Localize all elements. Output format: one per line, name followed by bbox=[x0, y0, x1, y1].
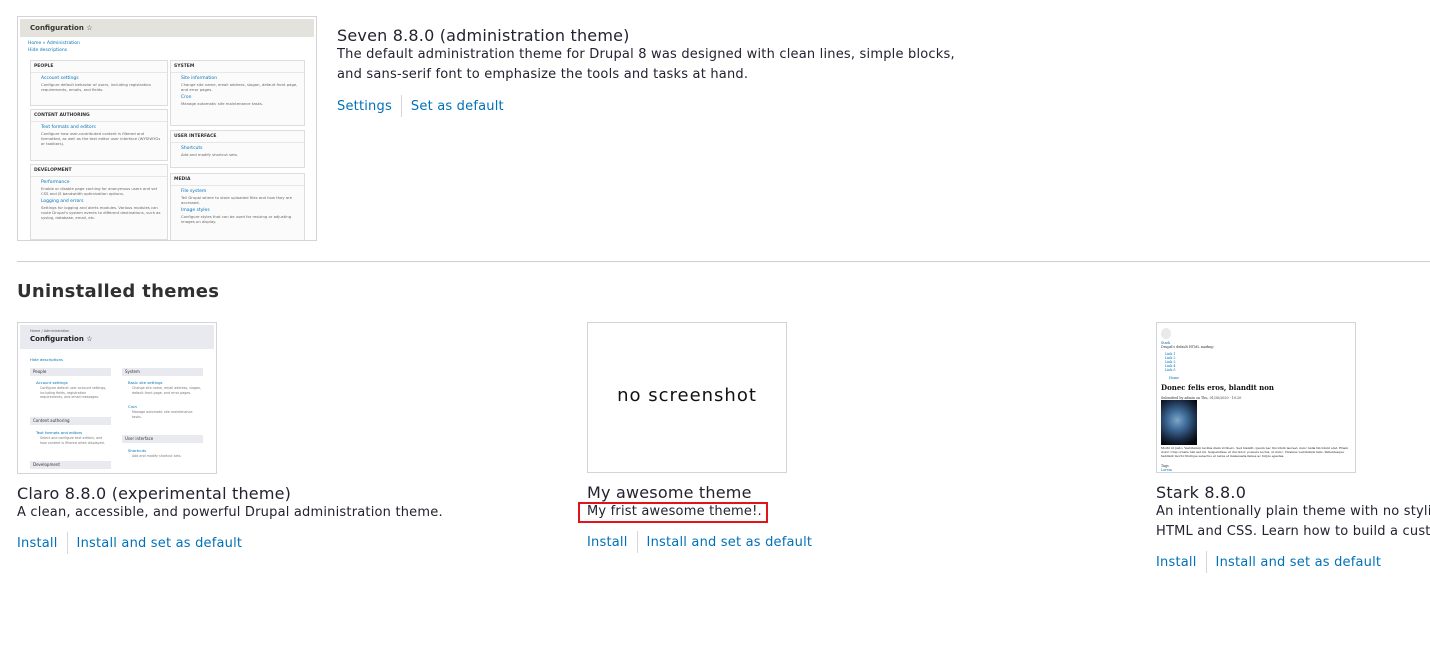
panel-heading: USER INTERFACE bbox=[171, 131, 304, 143]
preview-formats-text: Select and configure text editors, and h… bbox=[40, 436, 105, 445]
preview-content: Content authoring bbox=[30, 417, 111, 425]
preview-shortcuts-text: Add and modify shortcut sets. bbox=[132, 454, 182, 458]
panel-heading: SYSTEM bbox=[171, 61, 304, 73]
panel-link: Shortcuts bbox=[181, 146, 203, 151]
link-separator bbox=[66, 532, 68, 554]
link-separator bbox=[1205, 551, 1207, 573]
preview-title: Configuration ☆ bbox=[20, 19, 314, 37]
preview-title: Configuration ☆ bbox=[30, 335, 93, 343]
panel-text: Settings for logging and alerts modules.… bbox=[41, 205, 161, 220]
preview-breadcrumb: Home / Administration bbox=[30, 329, 70, 333]
preview-site-link: Basic site settings bbox=[128, 380, 163, 385]
panel-heading: PEOPLE bbox=[31, 61, 167, 73]
theme-links-seven: Settings Set as default bbox=[337, 95, 504, 117]
preview-nav-5: Link 5 bbox=[1165, 368, 1176, 372]
stark-description-clip: An intentionally plain theme with no sty… bbox=[1156, 502, 1430, 544]
theme-description-stark: An intentionally plain theme with no sty… bbox=[1156, 504, 1430, 539]
panel-link: Logging and errors bbox=[41, 199, 84, 204]
panel-text: Add and modify shortcut sets. bbox=[181, 152, 239, 157]
preview-development: Development bbox=[30, 461, 111, 469]
drupal-logo-icon bbox=[1161, 328, 1171, 339]
preview-heading: Donec felis eros, blandit non bbox=[1161, 383, 1275, 392]
preview-cron-link: Cron bbox=[128, 404, 137, 409]
install-and-set-default-link[interactable]: Install and set as default bbox=[77, 536, 243, 551]
link-separator bbox=[636, 531, 638, 553]
theme-description-claro: A clean, accessible, and powerful Drupal… bbox=[17, 505, 443, 520]
theme-name-stark: Stark 8.8.0 bbox=[1156, 483, 1247, 502]
panel-link: Site information bbox=[181, 76, 218, 81]
theme-links-stark: Install Install and set as default bbox=[1156, 551, 1381, 573]
panel-text: Tell Drupal where to store uploaded file… bbox=[181, 195, 292, 205]
panel-text: Enable or disable page caching for anony… bbox=[41, 186, 158, 196]
no-screenshot-label: no screenshot bbox=[617, 385, 757, 406]
preview-tag: Lorem bbox=[1161, 468, 1172, 472]
panel-link: Performance bbox=[41, 180, 70, 185]
install-link[interactable]: Install bbox=[1156, 555, 1197, 570]
panel-heading: DEVELOPMENT bbox=[31, 165, 167, 177]
panel-link: Cron bbox=[181, 95, 192, 100]
panel-link: Account settings bbox=[41, 76, 79, 81]
theme-description-seven: The default administration theme for Dru… bbox=[337, 47, 955, 82]
panel-text: Configure styles that can be used for re… bbox=[181, 214, 292, 224]
preview-panel-development: DEVELOPMENT Performance Enable or disabl… bbox=[30, 164, 168, 240]
panel-text: Configure how user-contributed content i… bbox=[41, 131, 161, 146]
panel-text: Change site name, email address, slogan,… bbox=[181, 82, 298, 92]
preview-home: Home bbox=[1169, 376, 1179, 380]
preview-panel-media: MEDIA File system Tell Drupal where to s… bbox=[170, 173, 305, 240]
panel-text: Configure default behavior of users, inc… bbox=[41, 82, 151, 92]
panel-heading: MEDIA bbox=[171, 174, 304, 186]
panel-link: File system bbox=[181, 189, 207, 194]
settings-link[interactable]: Settings bbox=[337, 99, 392, 114]
preview-account-text: Configure default user account settings,… bbox=[40, 386, 107, 399]
stark-screenshot: Stark Drupal's default HTML markup Link … bbox=[1156, 322, 1356, 473]
preview-system: System bbox=[122, 368, 203, 376]
theme-name-awesome: My awesome theme bbox=[587, 483, 752, 502]
preview-body: Morbi id justo. Vestibulum lacinia diam … bbox=[1161, 446, 1349, 458]
theme-links-claro: Install Install and set as default bbox=[17, 532, 242, 554]
preview-site-text: Change site name, email address, slogan,… bbox=[132, 386, 202, 395]
install-and-set-default-link[interactable]: Install and set as default bbox=[1216, 555, 1382, 570]
preview-hide-descriptions: Hide descriptions bbox=[30, 357, 63, 362]
section-divider bbox=[17, 261, 1430, 262]
preview-breadcrumb: Home » Administration bbox=[28, 41, 80, 46]
earth-image bbox=[1161, 400, 1197, 445]
preview-panel-content: CONTENT AUTHORING Text formats and edito… bbox=[30, 109, 168, 161]
link-separator bbox=[400, 95, 402, 117]
highlight-box bbox=[578, 502, 768, 523]
preview-panel-people: PEOPLE Account settings Configure defaul… bbox=[30, 60, 168, 106]
preview-panel-ui: USER INTERFACE Shortcuts Add and modify … bbox=[170, 130, 305, 168]
preview-slogan: Drupal's default HTML markup bbox=[1161, 345, 1214, 349]
panel-text: Manage automatic site maintenance tasks. bbox=[181, 101, 264, 106]
install-link[interactable]: Install bbox=[17, 536, 58, 551]
set-as-default-link[interactable]: Set as default bbox=[411, 99, 504, 114]
preview-ui: User interface bbox=[122, 435, 203, 443]
uninstalled-themes-heading: Uninstalled themes bbox=[17, 281, 220, 302]
preview-panel-system: SYSTEM Site information Change site name… bbox=[170, 60, 305, 126]
panel-link: Image styles bbox=[181, 208, 210, 213]
install-link[interactable]: Install bbox=[587, 535, 628, 550]
awesome-theme-screenshot: no screenshot bbox=[587, 322, 787, 473]
panel-heading: CONTENT AUTHORING bbox=[31, 110, 167, 122]
theme-name-claro: Claro 8.8.0 (experimental theme) bbox=[17, 484, 292, 503]
theme-links-awesome: Install Install and set as default bbox=[587, 531, 812, 553]
seven-screenshot: Configuration ☆ Home » Administration Hi… bbox=[17, 16, 317, 241]
claro-screenshot: Home / Administration Configuration ☆ Hi… bbox=[17, 322, 217, 474]
preview-cron-text: Manage automatic site maintenance tasks. bbox=[132, 410, 193, 419]
preview-shortcuts-link: Shortcuts bbox=[128, 448, 147, 453]
preview-formats-link: Text formats and editors bbox=[36, 430, 83, 435]
preview-people: People bbox=[30, 368, 111, 376]
install-and-set-default-link[interactable]: Install and set as default bbox=[647, 535, 813, 550]
preview-account-link: Account settings bbox=[36, 380, 68, 385]
theme-name-seven: Seven 8.8.0 (administration theme) bbox=[337, 26, 630, 45]
preview-hide-descriptions: Hide descriptions bbox=[28, 48, 68, 53]
panel-link: Text formats and editors bbox=[41, 125, 96, 130]
